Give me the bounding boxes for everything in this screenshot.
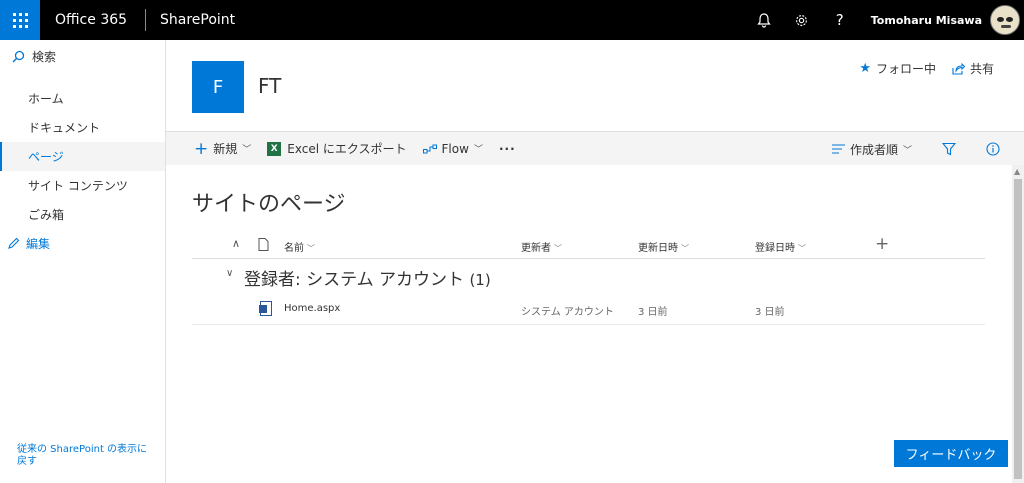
group-header[interactable]: ∨ 登録者: システム アカウント (1): [192, 262, 985, 290]
nav-list: ホーム ドキュメント ページ サイト コンテンツ ごみ箱: [0, 84, 165, 229]
nav-item-documents[interactable]: ドキュメント: [0, 113, 165, 142]
add-column-icon[interactable]: +: [875, 234, 889, 254]
user-name[interactable]: Tomoharu Misawa: [871, 14, 982, 27]
file-type-icon[interactable]: [258, 238, 269, 251]
collapse-all-icon[interactable]: ∧: [232, 237, 240, 250]
share-button[interactable]: 共有: [952, 60, 994, 77]
edit-label: 編集: [26, 236, 51, 251]
nav-item-site-contents[interactable]: サイト コンテンツ: [0, 171, 165, 200]
suite-divider: [145, 9, 146, 31]
help-icon: ?: [835, 11, 844, 29]
chevron-down-icon: ﹀: [902, 145, 912, 156]
bell-icon: [757, 12, 771, 28]
command-bar-right: 作成者順 ﹀: [824, 132, 1024, 166]
export-excel-button[interactable]: X Excel にエクスポート: [259, 132, 414, 166]
office-brand-link[interactable]: Office 365: [55, 12, 131, 28]
nav-item-recycle-bin[interactable]: ごみ箱: [0, 200, 165, 229]
feedback-button[interactable]: フィードバック: [894, 440, 1008, 467]
more-icon: ···: [498, 141, 516, 156]
waffle-icon: [12, 12, 28, 28]
search-icon: [12, 50, 25, 62]
command-bar: + 新規 ﹀ X Excel にエクスポート Flow ﹀ ··· 作成者順 ﹀: [166, 131, 1024, 165]
suite-right-group: ? Tomoharu Misawa: [745, 0, 1024, 40]
suite-bar: Office 365 SharePoint ? Tomoharu Misawa: [0, 0, 1024, 40]
file-created: 3 日前: [755, 307, 785, 318]
page-title: サイトのページ: [192, 192, 346, 217]
column-header-modified-by[interactable]: 更新者 ﹀: [521, 239, 562, 254]
file-modified: 3 日前: [638, 307, 668, 318]
follow-label: フォロー中: [875, 62, 936, 76]
excel-icon: X: [267, 141, 282, 156]
share-icon: [952, 62, 965, 75]
chevron-down-icon: ﹀: [473, 145, 483, 155]
site-logo[interactable]: F: [192, 61, 244, 113]
avatar[interactable]: [990, 5, 1020, 35]
column-header-created[interactable]: 登録日時 ﹀: [755, 239, 806, 254]
app-name-link[interactable]: SharePoint: [160, 12, 235, 28]
sort-label: 作成者順: [849, 142, 898, 157]
scroll-up-icon[interactable]: ▲: [1014, 167, 1020, 176]
group-label: 登録者: システム アカウント: [244, 270, 465, 290]
classic-view-link[interactable]: 従来の SharePoint の表示に戻す: [17, 444, 157, 468]
aspx-file-icon: [259, 301, 272, 316]
chevron-down-icon[interactable]: ∨: [226, 268, 233, 279]
flow-icon: [422, 144, 437, 153]
vertical-scrollbar[interactable]: ▲: [1012, 165, 1024, 483]
nav-item-pages[interactable]: ページ: [0, 142, 165, 171]
plus-icon: +: [194, 138, 209, 159]
new-label: 新規: [213, 142, 238, 156]
chevron-down-icon: ﹀: [242, 145, 252, 155]
gear-icon: [796, 14, 808, 26]
notifications-button[interactable]: [745, 0, 783, 40]
star-icon: ★: [859, 61, 871, 76]
settings-button[interactable]: [783, 0, 821, 40]
info-button[interactable]: [978, 132, 1008, 166]
share-label: 共有: [969, 62, 994, 76]
search-label: 検索: [32, 49, 57, 64]
edit-nav-button[interactable]: 編集: [0, 229, 165, 257]
scrollbar-thumb[interactable]: [1014, 179, 1022, 479]
more-button[interactable]: ···: [491, 132, 524, 166]
pencil-icon: [8, 237, 20, 249]
table-row[interactable]: Home.aspx システム アカウント 3 日前 3 日前: [192, 293, 985, 325]
app-launcher-button[interactable]: [0, 0, 40, 40]
new-button[interactable]: + 新規 ﹀: [186, 132, 259, 166]
help-button[interactable]: ?: [821, 0, 859, 40]
follow-button[interactable]: ★ フォロー中: [859, 60, 936, 77]
search-box[interactable]: 検索: [0, 40, 165, 72]
site-title[interactable]: FT: [258, 74, 281, 98]
group-count: (1): [469, 271, 491, 289]
filter-icon: [942, 142, 956, 156]
sort-lines-icon: [831, 144, 845, 154]
export-excel-label: Excel にエクスポート: [287, 142, 407, 156]
info-icon: [986, 142, 1000, 156]
flow-label: Flow: [441, 141, 469, 156]
nav-item-home[interactable]: ホーム: [0, 84, 165, 113]
sort-button[interactable]: 作成者順 ﹀: [824, 132, 920, 166]
header-actions: ★ フォロー中 共有: [843, 60, 994, 77]
left-nav: 検索 ホーム ドキュメント ページ サイト コンテンツ ごみ箱 編集 従来の S…: [0, 40, 166, 483]
file-modified-by: システム アカウント: [521, 307, 614, 318]
column-header-modified[interactable]: 更新日時 ﹀: [638, 239, 689, 254]
filter-button[interactable]: [934, 132, 964, 166]
column-header-name[interactable]: 名前 ﹀: [284, 239, 315, 254]
file-name-link[interactable]: Home.aspx: [284, 303, 340, 314]
flow-button[interactable]: Flow ﹀: [415, 132, 491, 166]
list-header: ∧ 名前 ﹀ 更新者 ﹀ 更新日時 ﹀ 登録日時 ﹀ +: [192, 233, 985, 259]
